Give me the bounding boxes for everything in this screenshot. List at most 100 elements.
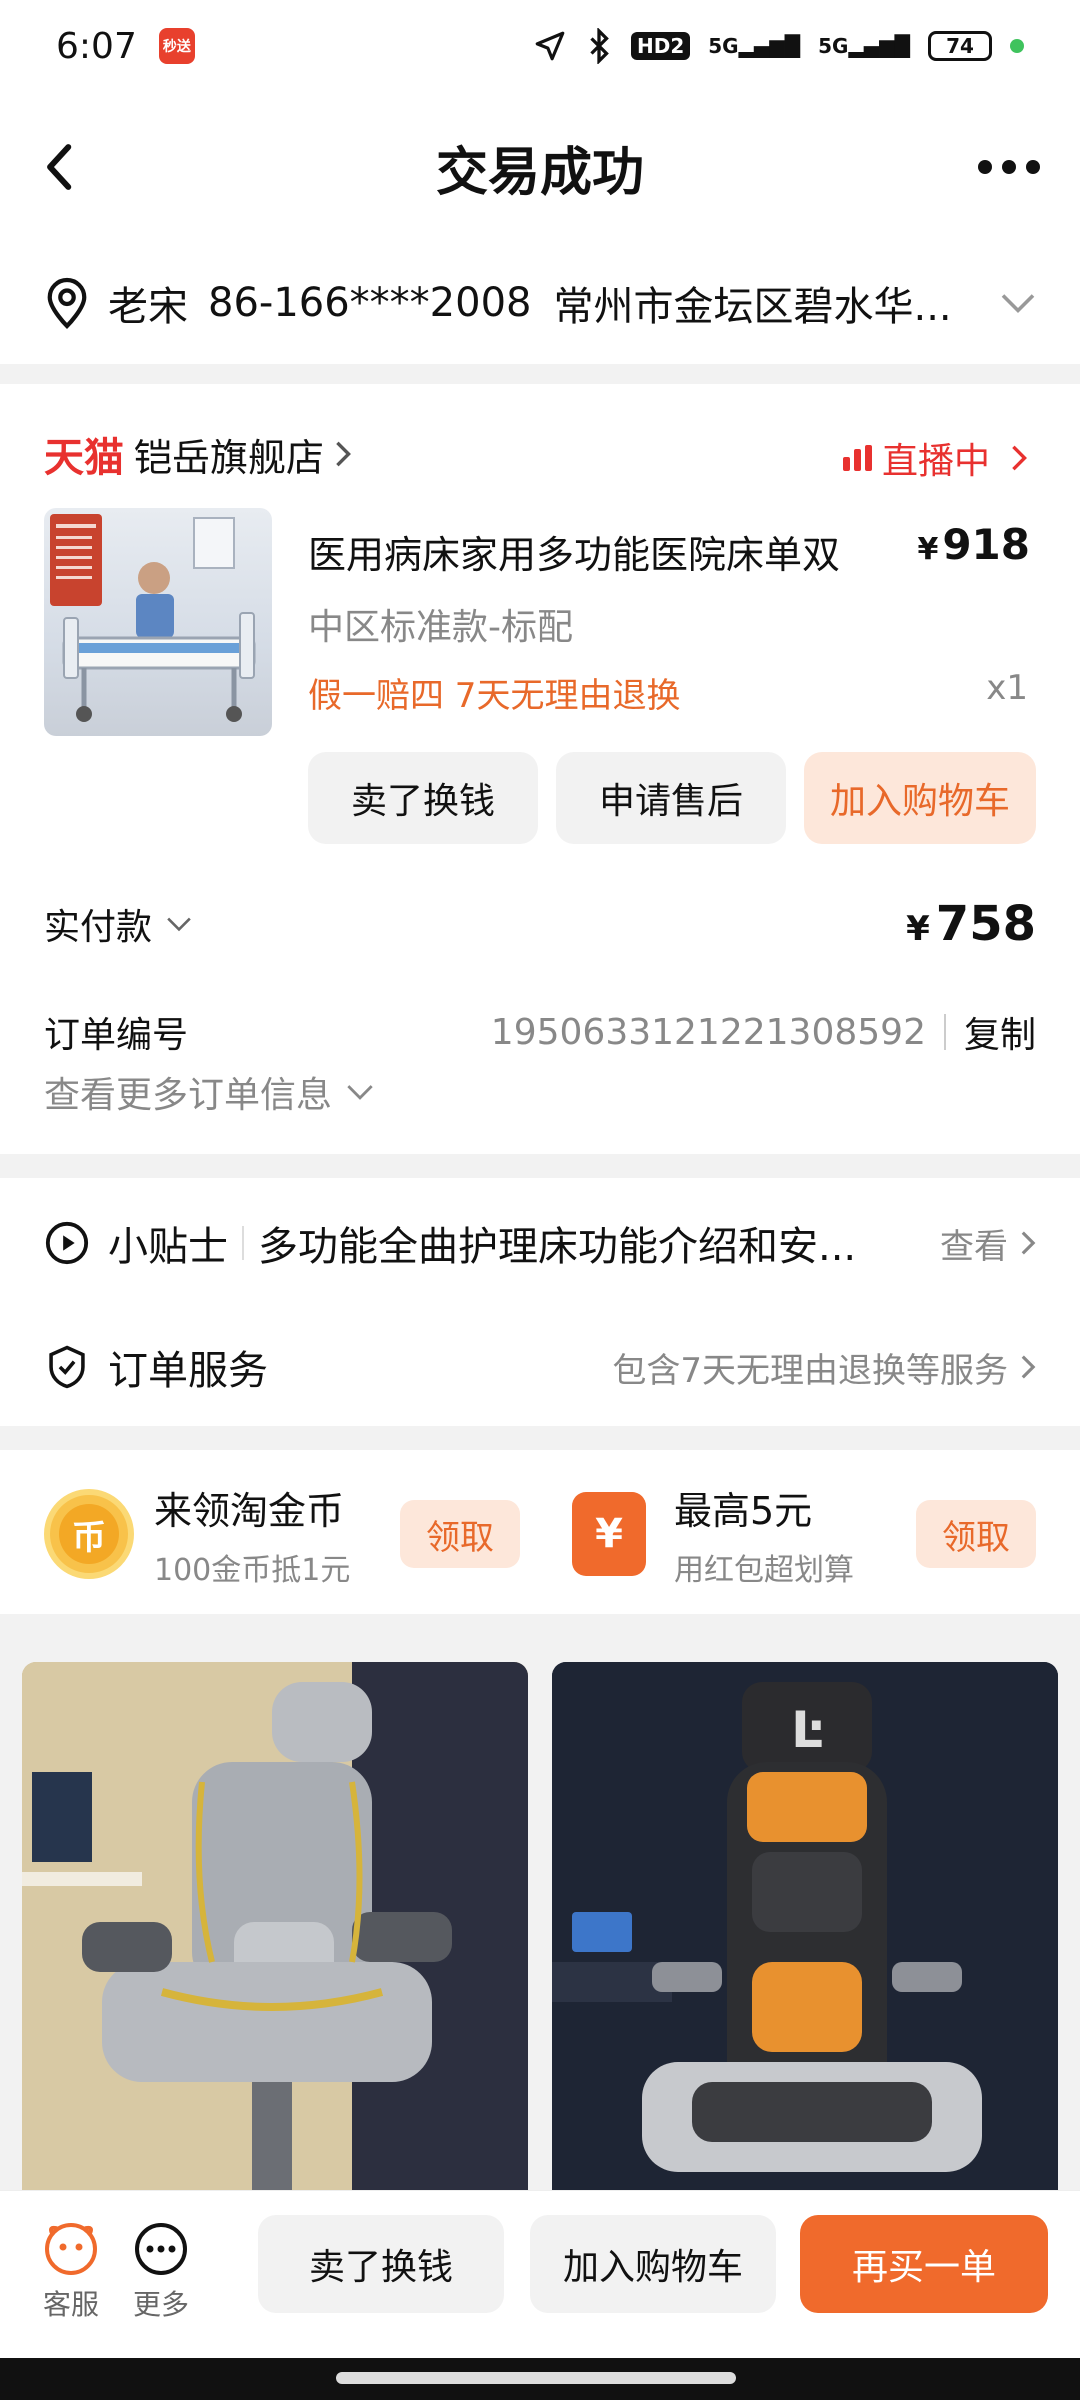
live-label: 直播中: [881, 441, 990, 482]
recommendation-card[interactable]: Ŀ: [552, 1662, 1058, 2192]
shield-check-icon: [49, 1345, 85, 1389]
chevron-down-icon: [347, 1085, 373, 1100]
order-number-label: 订单编号: [44, 1015, 189, 1056]
price-value: 918: [942, 520, 1030, 569]
recipient-name: 老宋: [108, 284, 188, 330]
product-spec: 中区标准款-标配: [308, 607, 573, 648]
signal-label: 5G: [818, 34, 849, 58]
location-pin-icon: [47, 277, 87, 329]
tmall-logo: 天猫: [44, 435, 124, 481]
gold-coin-coupon[interactable]: 币 来领淘金币 100金币抵1元 领取: [44, 1486, 520, 1588]
more-order-info-label: 查看更多订单信息: [44, 1075, 333, 1116]
bluetooth-icon: [590, 28, 609, 64]
status-indicators: HD2 5G▂▄▆█ 5G▂▄▆█ 74: [533, 28, 1024, 64]
app-badge-icon: 秒送: [158, 28, 195, 64]
add-to-cart-button[interactable]: 加入购物车: [804, 752, 1036, 844]
copy-button[interactable]: 复制: [964, 1006, 1036, 1058]
black-orange-gaming-chair-photo: Ŀ: [552, 1662, 1058, 2192]
paid-amount: ¥758: [906, 896, 1036, 952]
status-time: 6:07: [56, 25, 137, 67]
product-image[interactable]: [44, 508, 272, 736]
gray-gaming-chair-photo: [22, 1662, 528, 2192]
recipient-address: 常州市金坛区碧水华...: [553, 284, 952, 330]
coupon-text: 来领淘金币 100金币抵1元: [154, 1480, 350, 1589]
location-arrow-icon: [535, 31, 565, 61]
hospital-bed-photo: [50, 514, 256, 722]
shop-link[interactable]: 天猫 铠岳旗舰店: [44, 426, 352, 482]
address-row[interactable]: 老宋 86-166****2008 常州市金坛区碧水华...: [0, 242, 1080, 364]
sell-button[interactable]: 卖了换钱: [308, 752, 538, 844]
product-price: ¥918: [917, 520, 1030, 569]
back-arrow-icon[interactable]: [40, 142, 80, 192]
tips-view-label: 查看: [940, 1226, 1008, 1267]
chevron-right-icon: [1021, 1355, 1036, 1379]
page-title: 交易成功: [435, 142, 644, 203]
order-service-title: 订单服务: [108, 1348, 268, 1394]
tips-row[interactable]: 小贴士 多功能全曲护理床功能介绍和安... 查看: [44, 1212, 1036, 1274]
order-service-row[interactable]: 订单服务 包含7天无理由退换等服务: [44, 1336, 1036, 1398]
recipient-phone: 86-166****2008: [208, 280, 532, 326]
more-label: 更多: [132, 2288, 189, 2321]
order-number-row: 订单编号 1950633121221308592 复制: [44, 1004, 1036, 1060]
order-service-desc: 包含7天无理由退换等服务: [612, 1343, 1036, 1392]
recommendation-card[interactable]: [22, 1662, 528, 2192]
tips-text: 多功能全曲护理床功能介绍和安...: [258, 1224, 857, 1270]
more-options-icon[interactable]: [978, 152, 1042, 182]
coupon-title: 来领淘金币: [154, 1488, 345, 1533]
tips-services-card: 小贴士 多功能全曲护理床功能介绍和安... 查看 订单服务 包含7天无理由退换等…: [0, 1178, 1080, 1426]
signal-label: 5G: [708, 34, 739, 58]
live-streaming-link[interactable]: 直播中: [842, 432, 1028, 484]
order-actions: 卖了换钱 申请售后 加入购物车: [308, 752, 1036, 844]
product-title[interactable]: 医用病床家用多功能医院床单双: [308, 524, 908, 579]
home-indicator[interactable]: [336, 2372, 736, 2384]
tips-view-link[interactable]: 查看: [940, 1219, 1036, 1268]
more-button[interactable]: 更多: [130, 2221, 192, 2323]
chevron-right-icon: [1012, 445, 1027, 471]
coin-glyph: 币: [59, 1504, 119, 1564]
payment-row[interactable]: 实付款 ¥758: [44, 894, 1036, 954]
product-quantity: x1: [986, 668, 1028, 708]
coupon-title: 最高5元: [674, 1488, 813, 1533]
more-dots-icon: [135, 2223, 187, 2275]
play-circle-icon: [45, 1221, 89, 1265]
status-bar: 6:07 秒送 HD2 5G▂▄▆█ 5G▂▄▆█ 74: [0, 0, 1080, 92]
system-nav-area: [0, 2358, 1080, 2400]
claim-coin-button[interactable]: 领取: [400, 1500, 520, 1568]
coupon-subtitle: 100金币抵1元: [154, 1552, 351, 1588]
gold-coin-icon: 币: [44, 1489, 134, 1579]
chevron-right-icon: [336, 441, 351, 467]
paid-label: 实付款: [44, 907, 153, 948]
coupon-card: 币 来领淘金币 100金币抵1元 领取 ¥ 最高5元 用红包超划算 领取: [0, 1450, 1080, 1614]
signal-5g-1: 5G▂▄▆█: [708, 34, 801, 58]
after-sales-button[interactable]: 申请售后: [556, 752, 786, 844]
chevron-right-icon: [1021, 1231, 1036, 1255]
sell-button[interactable]: 卖了换钱: [258, 2215, 504, 2313]
paid-value: 758: [935, 896, 1036, 952]
red-packet-icon: ¥: [572, 1492, 646, 1576]
page-header: 交易成功: [0, 92, 1080, 242]
order-card: 天猫 铠岳旗舰店 直播中 医用病床家用多功能医院床单双 ¥918 中区标准款-标…: [0, 384, 1080, 1154]
add-to-cart-button[interactable]: 加入购物车: [530, 2215, 776, 2313]
signal-5g-2: 5G▂▄▆█: [818, 34, 910, 58]
divider: [242, 1226, 244, 1260]
chevron-down-icon: [1001, 294, 1035, 314]
live-bars-icon: [842, 445, 872, 471]
divider: [943, 1014, 946, 1050]
customer-service-icon: [45, 2223, 97, 2275]
order-number-value: 1950633121221308592: [490, 1011, 926, 1053]
product-promise: 假一赔四 7天无理由退换: [308, 676, 681, 716]
coupon-text: 最高5元 用红包超划算: [674, 1480, 854, 1589]
hd-voice-badge: HD2: [630, 32, 691, 60]
currency-symbol: ¥: [917, 532, 939, 567]
currency-symbol: ¥: [906, 909, 930, 949]
tips-title: 小贴士: [108, 1224, 228, 1270]
chevron-down-icon: [167, 917, 191, 932]
claim-red-packet-button[interactable]: 领取: [916, 1500, 1036, 1568]
red-packet-coupon[interactable]: ¥ 最高5元 用红包超划算 领取: [570, 1486, 1036, 1588]
privacy-indicator-icon: [1010, 39, 1024, 53]
customer-service-label: 客服: [42, 2288, 99, 2321]
more-order-info-link[interactable]: 查看更多订单信息: [44, 1066, 374, 1118]
customer-service-button[interactable]: 客服: [40, 2221, 102, 2323]
buy-again-button[interactable]: 再买一单: [800, 2215, 1048, 2313]
coupon-subtitle: 用红包超划算: [674, 1552, 854, 1588]
